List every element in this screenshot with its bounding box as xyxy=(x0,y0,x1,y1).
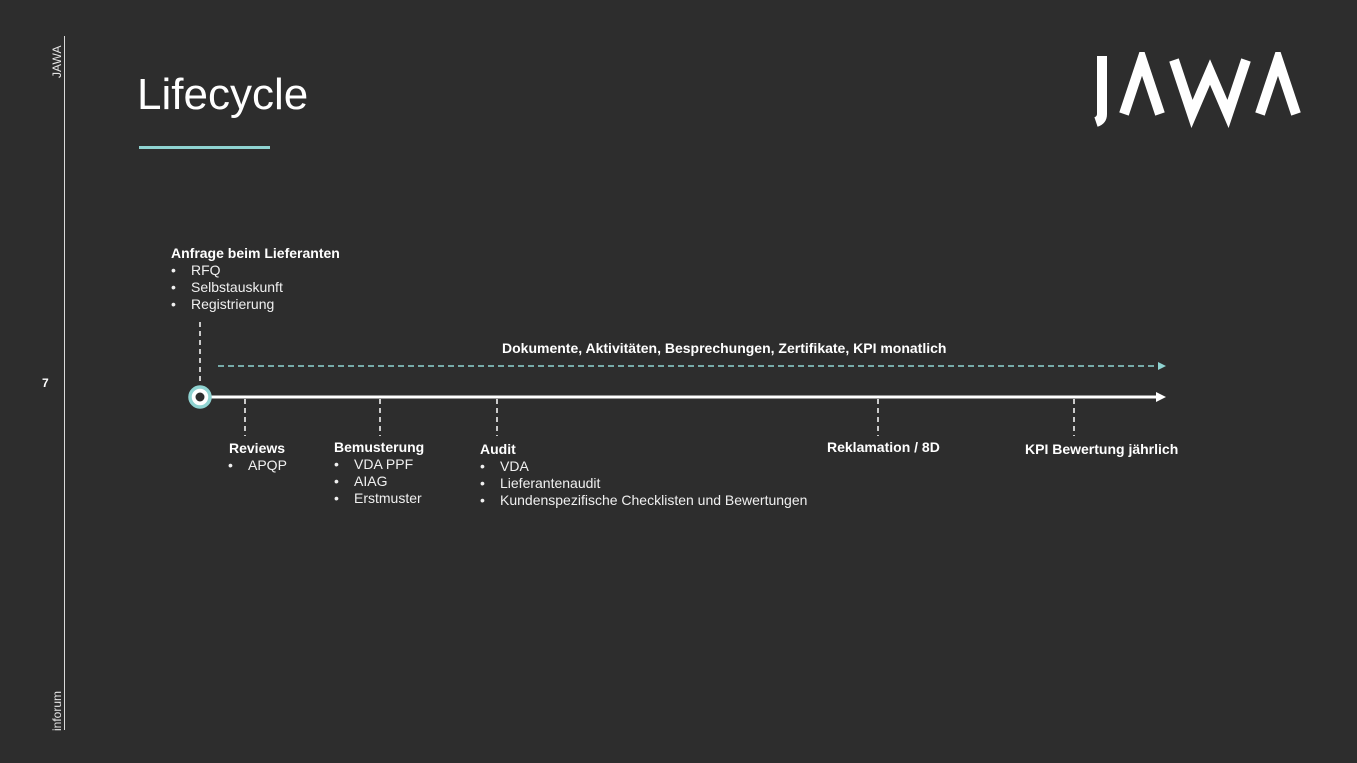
list-item: AIAG xyxy=(334,473,422,490)
list-item: RFQ xyxy=(171,262,283,279)
list-item: APQP xyxy=(228,457,287,474)
list-item: Lieferantenaudit xyxy=(480,475,807,492)
milestone-items-bemusterung: VDA PPF AIAG Erstmuster xyxy=(334,456,422,507)
continuous-arrowhead xyxy=(1158,362,1166,370)
milestone-items-reviews: APQP xyxy=(228,457,287,474)
continuous-activities-label: Dokumente, Aktivitäten, Besprechungen, Z… xyxy=(502,340,947,356)
timeline-arrowhead xyxy=(1156,392,1166,402)
list-item: Selbstauskunft xyxy=(171,279,283,296)
list-item: Erstmuster xyxy=(334,490,422,507)
list-item: VDA PPF xyxy=(334,456,422,473)
milestone-title-audit: Audit xyxy=(480,441,516,457)
start-title: Anfrage beim Lieferanten xyxy=(171,245,340,261)
milestone-title-reklamation: Reklamation / 8D xyxy=(827,439,940,455)
list-item: VDA xyxy=(480,458,807,475)
milestone-title-bemusterung: Bemusterung xyxy=(334,439,425,455)
start-items: RFQ Selbstauskunft Registrierung xyxy=(171,262,283,313)
milestone-title-kpi: KPI Bewertung jährlich xyxy=(1025,441,1179,457)
timeline-start-node-center xyxy=(195,392,205,402)
list-item: Kundenspezifische Checklisten und Bewert… xyxy=(480,492,807,509)
milestone-items-audit: VDA Lieferantenaudit Kundenspezifische C… xyxy=(480,458,807,509)
milestone-title-reviews: Reviews xyxy=(229,440,286,456)
list-item: Registrierung xyxy=(171,296,283,313)
lifecycle-timeline xyxy=(188,322,1166,436)
